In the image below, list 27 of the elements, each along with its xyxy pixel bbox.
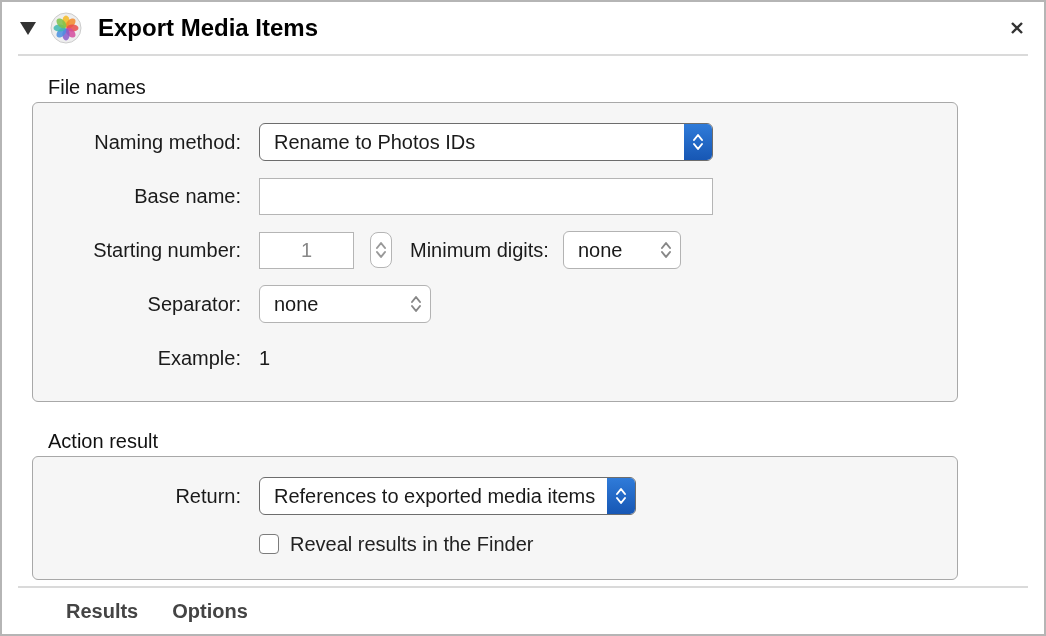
field-label: Example: bbox=[156, 346, 241, 370]
popup-menu[interactable]: References to exported media items bbox=[259, 477, 637, 515]
photos-app-icon bbox=[50, 12, 82, 44]
chevron-icon bbox=[410, 294, 422, 314]
field-label: Minimum digits: bbox=[410, 238, 549, 262]
chevron-icon bbox=[659, 240, 672, 260]
stepper[interactable] bbox=[370, 232, 392, 268]
field-label: Separator: bbox=[146, 292, 241, 316]
chevron-icon bbox=[375, 240, 387, 260]
field-label: Starting number: bbox=[92, 238, 241, 262]
field-label: Base name: bbox=[133, 184, 241, 208]
field-label: Return: bbox=[174, 484, 241, 508]
number-field[interactable]: 1 bbox=[259, 231, 354, 269]
input-field[interactable] bbox=[259, 177, 713, 215]
popup-menu[interactable]: none bbox=[562, 231, 681, 269]
chevron-icon bbox=[615, 486, 628, 506]
reveal-checkbox[interactable]: Reveal results in the Finder bbox=[259, 532, 957, 556]
action-title: Export Media Items bbox=[98, 14, 320, 42]
footer-tab[interactable]: Results bbox=[66, 599, 139, 623]
section-title: Action result bbox=[48, 430, 160, 453]
footer-tab[interactable]: Options bbox=[172, 599, 248, 623]
section-title: File names bbox=[48, 76, 147, 99]
popup-menu[interactable]: none bbox=[259, 285, 431, 323]
popup-menu[interactable]: Rename to Photos IDs bbox=[259, 123, 713, 161]
example-value: 1 bbox=[259, 346, 272, 370]
chevron-icon bbox=[692, 132, 704, 152]
field-label: Naming method: bbox=[93, 130, 241, 154]
